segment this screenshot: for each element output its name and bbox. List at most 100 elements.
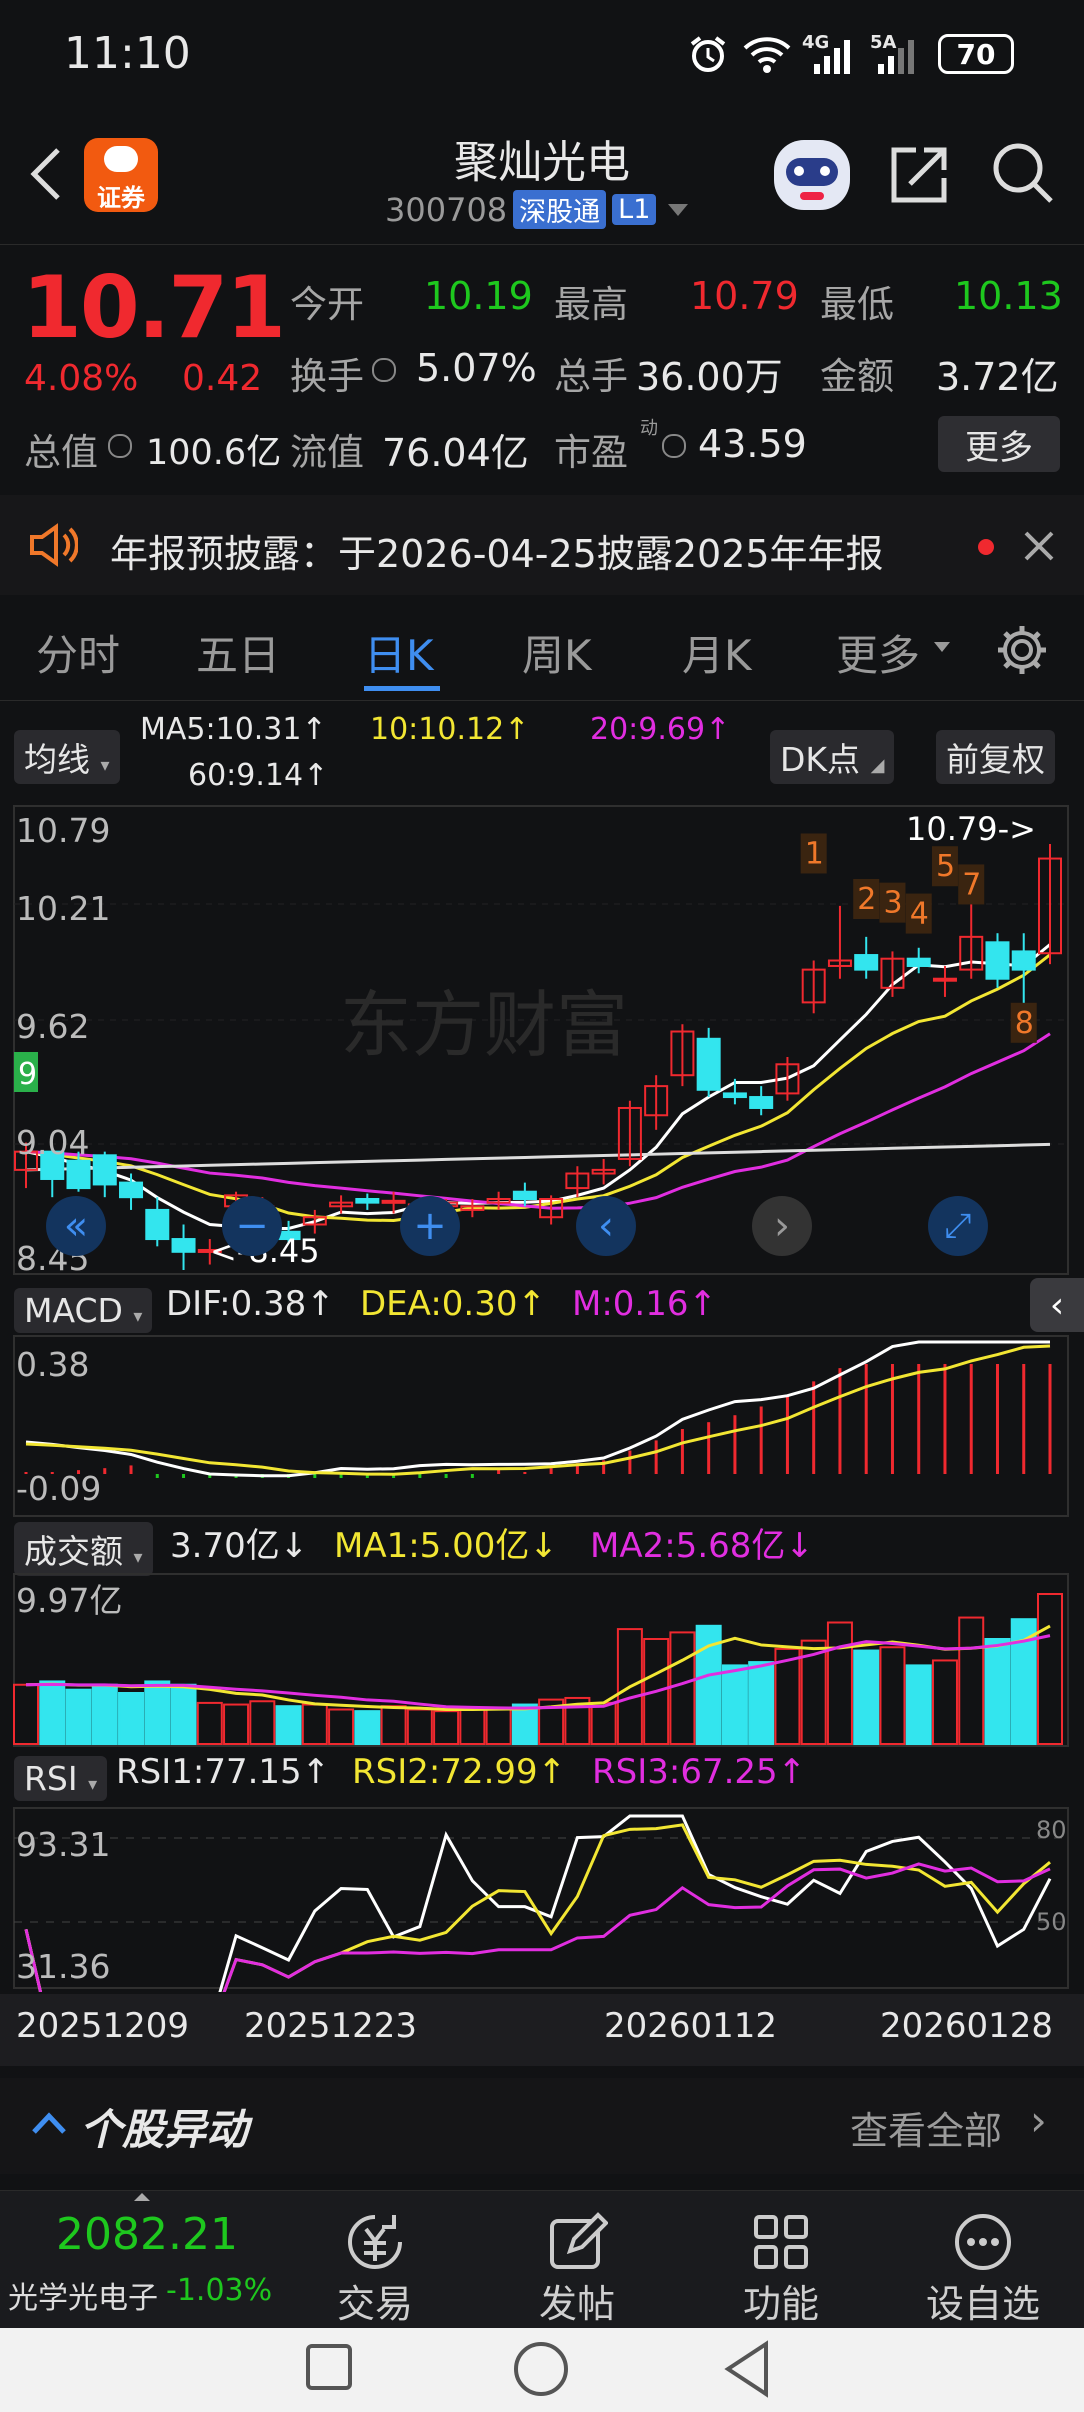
index-value[interactable]: 2082.21 (56, 2209, 238, 2260)
announcement-text: 年报预披露：于2026-04-25披露2025年年报 (110, 532, 884, 576)
speaker-icon (28, 523, 79, 571)
y-tick: 9.97亿 (16, 1581, 122, 1620)
stock-code: 300708 (385, 190, 508, 229)
post-button[interactable]: 发帖 (512, 2211, 642, 2328)
candle (381, 1199, 406, 1204)
volume-bar (328, 1708, 355, 1745)
back-nav-icon[interactable] (722, 2340, 772, 2402)
rsi1-value: RSI1:77.15↑ (116, 1752, 331, 1792)
battery-indicator: 70 (938, 34, 1014, 74)
gear-icon[interactable] (994, 622, 1050, 682)
macd-chart[interactable]: 0.38 -0.09 (0, 1334, 1084, 1520)
candle (145, 1208, 170, 1241)
macd-bar (654, 1440, 658, 1474)
index-name: 光学光电子 (8, 2281, 158, 2316)
volume-bar (249, 1700, 276, 1745)
announcement-bar[interactable]: 年报预披露：于2026-04-25披露2025年年报 (0, 495, 1084, 595)
collapse-panel-icon[interactable]: ‹ (1030, 1278, 1084, 1332)
candle (906, 957, 931, 967)
home-icon[interactable] (514, 2342, 568, 2396)
level-badge: L1 (612, 194, 657, 225)
candle (749, 1096, 774, 1109)
signal-icon-2 (876, 40, 916, 78)
ma-indicator-chip[interactable]: 均线 ▾ (14, 730, 120, 784)
rsi-chart[interactable]: 93.31 31.36 80 50 (0, 1806, 1084, 1992)
scroll-left-icon[interactable]: ‹ (576, 1196, 636, 1256)
volume-bar (459, 1708, 486, 1745)
connect-badge: 深股通 (513, 190, 607, 229)
tab-intraday[interactable]: 分时 (36, 622, 120, 683)
tab-monthly-k[interactable]: 月K (682, 622, 752, 683)
functions-label: 功能 (742, 2282, 819, 2326)
share-icon[interactable] (888, 144, 950, 210)
rsi2-line (24, 1823, 1051, 1992)
candle (171, 1238, 196, 1253)
info-icon[interactable] (108, 434, 132, 458)
macd-chip[interactable]: MACD ▾ (14, 1288, 153, 1333)
candle (722, 1092, 747, 1099)
functions-button[interactable]: 功能 (716, 2211, 846, 2328)
chevron-down-icon[interactable] (668, 203, 689, 216)
info-icon[interactable] (372, 358, 396, 382)
last-price: 10.71 (22, 258, 286, 358)
stock-movers-section[interactable]: 个股异动 查看全部 › (0, 2078, 1084, 2174)
volume-bar (721, 1664, 748, 1745)
info-icon[interactable] (662, 434, 686, 458)
volume-chip[interactable]: 成交额 ▾ (14, 1522, 153, 1576)
volume-bar (905, 1664, 932, 1745)
volume-bar (65, 1688, 92, 1745)
unread-dot (978, 539, 994, 555)
active-tab-indicator (364, 686, 440, 691)
volume-bar (91, 1683, 118, 1745)
volume-chart[interactable]: 9.97亿 (0, 1572, 1084, 1748)
view-all-link[interactable]: 查看全部 (850, 2100, 1002, 2155)
quote-panel: 10.71 4.08% 0.42 今开 10.19 最高 10.79 最低 10… (0, 250, 1084, 490)
volume-bar (853, 1649, 880, 1745)
macd-bar (549, 1468, 553, 1474)
macd-bar (969, 1364, 973, 1474)
more-dots-icon (918, 2211, 1048, 2273)
macd-chip-label: MACD (24, 1291, 123, 1330)
robot-assistant-icon[interactable] (774, 140, 850, 210)
rsi-chip[interactable]: RSI ▾ (14, 1756, 108, 1801)
volume-bar (380, 1705, 407, 1745)
add-watchlist-button[interactable]: 设自选 (918, 2211, 1048, 2328)
tab-daily-k[interactable]: 日K (364, 622, 434, 683)
volume-bar (406, 1708, 433, 1745)
rsi-chip-label: RSI (24, 1759, 78, 1798)
candle (932, 977, 957, 982)
volume-bar (144, 1680, 171, 1745)
volume-bar (223, 1703, 250, 1746)
dk-signal: 3 (883, 886, 902, 921)
volume-bar (879, 1646, 906, 1745)
macd-bar (812, 1381, 816, 1474)
volume-bar (1037, 1593, 1063, 1745)
zoom-out-far-icon[interactable]: « (46, 1196, 106, 1256)
tab-more[interactable]: 更多 (836, 622, 920, 683)
adjust-chip[interactable]: 前复权 (936, 730, 1055, 784)
more-button[interactable]: 更多 (938, 416, 1060, 472)
candlestick-chart[interactable]: 东方财富 10.79 10.21 9.62 9.04 8.45 10.79-> … (0, 800, 1084, 1280)
candle (512, 1190, 537, 1201)
search-icon[interactable] (990, 140, 1056, 210)
trade-button[interactable]: 交易 (310, 2211, 440, 2328)
recents-icon[interactable] (306, 2344, 352, 2390)
zoom-out-icon[interactable]: − (222, 1196, 282, 1256)
tab-weekly-k[interactable]: 周K (522, 622, 592, 683)
ma20-value: 20:9.69↑ (590, 712, 731, 747)
macd-bar (917, 1364, 921, 1474)
change-pct: 4.08% (24, 358, 139, 399)
expand-index-icon[interactable] (134, 2193, 150, 2201)
date-tick: 20260128 (880, 2006, 1054, 2046)
tab-five-day[interactable]: 五日 (196, 622, 280, 683)
fullscreen-icon[interactable]: ⤢ (928, 1196, 988, 1256)
scroll-right-icon[interactable]: › (752, 1196, 812, 1256)
volume-bar (511, 1703, 538, 1746)
close-icon[interactable] (1022, 529, 1056, 567)
high-label: 最高 (554, 283, 628, 326)
macd-bar (707, 1422, 711, 1474)
dk-point-label: DK点 (780, 740, 861, 779)
ma5-value: MA5:10.31↑ (140, 712, 327, 747)
zoom-in-icon[interactable]: + (400, 1196, 460, 1256)
dk-point-chip[interactable]: DK点 ◢ (770, 730, 895, 784)
